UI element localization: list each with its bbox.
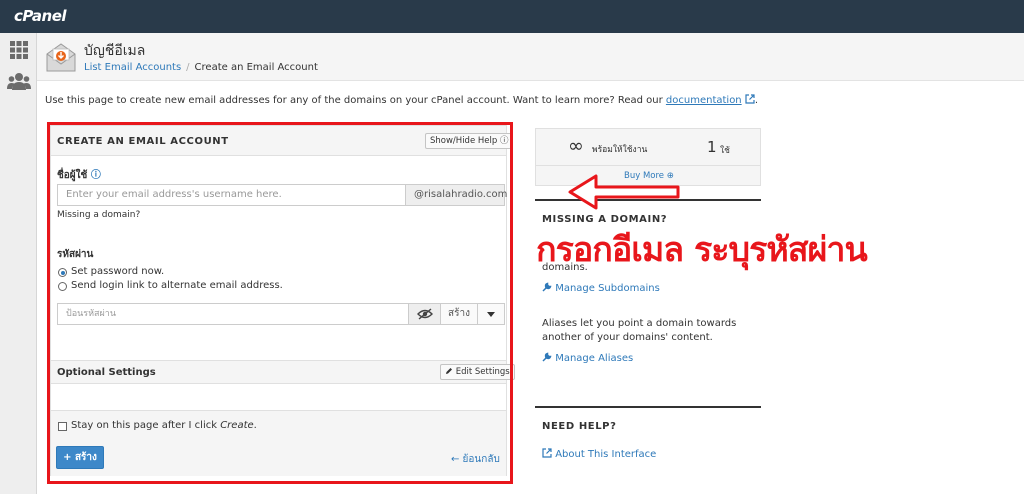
aliases-text: Aliases let you point a domain towards a… — [542, 318, 737, 343]
intro-text: Use this page to create new email addres… — [45, 94, 759, 106]
page-header: บัญชีอีเมล List Email Accounts / Create an… — [37, 33, 1024, 81]
about-interface-link[interactable]: About This Interface — [542, 448, 656, 460]
breadcrumb-current: Create an Email Account — [194, 62, 318, 73]
used-count: 1 — [707, 138, 717, 156]
documentation-link[interactable]: documentation — [666, 95, 742, 106]
breadcrumb-list-email-accounts[interactable]: List Email Accounts — [84, 62, 181, 73]
annotation-text: กรอกอีเมล ระบุรหัสผ่าน — [536, 230, 868, 270]
top-bar: cPanel — [0, 0, 1024, 33]
annotation-arrow-icon — [568, 174, 680, 210]
manage-subdomains-link[interactable]: Manage Subdomains — [542, 282, 660, 294]
manage-aliases-link[interactable]: Manage Aliases — [542, 352, 633, 364]
wrench-icon — [542, 352, 552, 362]
wrench-icon — [542, 282, 552, 292]
page-title: บัญชีอีเมล — [84, 43, 146, 59]
stats-divider — [536, 165, 760, 166]
users-group-icon[interactable] — [7, 71, 31, 91]
apps-grid-icon[interactable] — [9, 40, 29, 60]
external-link-icon[interactable] — [745, 94, 755, 104]
breadcrumb-separator: / — [186, 62, 190, 73]
used-label: ใช้ — [720, 146, 730, 156]
infinity-icon: ∞ — [568, 135, 584, 157]
breadcrumb: List Email Accounts / Create an Email Acco… — [84, 62, 318, 73]
sidebar-divider — [535, 406, 761, 408]
left-sidebar — [0, 33, 37, 494]
email-accounts-icon — [46, 43, 76, 72]
need-help-heading: NEED HELP? — [542, 421, 617, 432]
highlight-box — [47, 122, 513, 484]
available-label: พร้อมให้ใช้งาน — [592, 145, 648, 155]
cpanel-logo[interactable]: cPanel — [14, 7, 67, 25]
external-link-icon — [542, 448, 552, 458]
